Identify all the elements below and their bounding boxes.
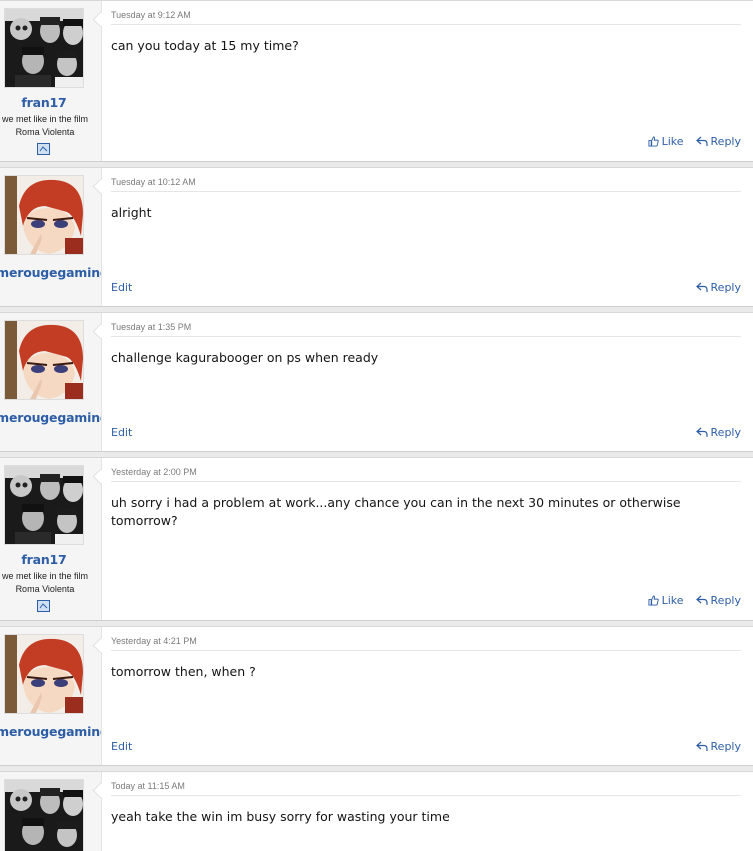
user-info: khmerougegaming [0, 168, 102, 306]
message-post: khmerougegaming Tuesday at 1:35 PM chall… [0, 312, 753, 452]
reply-icon [695, 595, 708, 605]
reply-button[interactable]: Reply [695, 594, 741, 607]
username[interactable]: khmerougegaming [0, 409, 101, 427]
post-message: tomorrow then, when ? [111, 664, 256, 679]
username[interactable]: khmerougegaming [0, 264, 101, 282]
reply-label: Reply [710, 135, 741, 148]
post-message: alright [111, 205, 152, 220]
avatar[interactable] [4, 8, 84, 88]
post-message: uh sorry i had a problem at work...any c… [111, 495, 681, 528]
post-date[interactable]: Yesterday at 4:21 PM [111, 636, 741, 651]
reply-button[interactable]: Reply [695, 281, 741, 294]
reply-icon [695, 136, 708, 146]
thumbs-up-icon [648, 136, 659, 147]
reply-label: Reply [710, 594, 741, 607]
like-label: Like [661, 135, 684, 148]
user-info: fran17 we met like in the film Roma Viol… [0, 458, 102, 620]
reply-label: Reply [710, 426, 741, 439]
edit-button[interactable]: Edit [111, 426, 132, 439]
username[interactable]: khmerougegaming [0, 723, 101, 741]
like-label: Like [661, 594, 684, 607]
message-post: khmerougegaming Yesterday at 4:21 PM tom… [0, 626, 753, 766]
message-post: fran17 we met like in the film Roma Viol… [0, 457, 753, 621]
post-actions: Like Reply [648, 594, 741, 607]
reply-icon [695, 427, 708, 437]
post-actions: Reply [695, 281, 741, 294]
reply-icon [695, 741, 708, 751]
user-info: khmerougegaming [0, 313, 102, 451]
user-info [0, 772, 102, 851]
post-date[interactable]: Yesterday at 2:00 PM [111, 467, 741, 482]
edit-button[interactable]: Edit [111, 281, 132, 294]
reply-icon [695, 282, 708, 292]
message-post: Today at 11:15 AM yeah take the win im b… [0, 771, 753, 851]
reply-label: Reply [710, 740, 741, 753]
message-post: khmerougegaming Tuesday at 10:12 AM alri… [0, 167, 753, 307]
badge-icon [37, 597, 50, 612]
avatar[interactable] [4, 320, 84, 400]
user-title: we met like in the film Roma Violenta [1, 571, 89, 594]
username[interactable]: fran17 [0, 94, 101, 112]
post-actions: Reply [695, 740, 741, 753]
thumbs-up-icon [648, 595, 659, 606]
avatar[interactable] [4, 779, 84, 851]
edit-button[interactable]: Edit [111, 740, 132, 753]
user-title: we met like in the film Roma Violenta [1, 114, 89, 137]
avatar[interactable] [4, 634, 84, 714]
post-date[interactable]: Tuesday at 9:12 AM [111, 10, 741, 25]
user-info: khmerougegaming [0, 627, 102, 765]
post-actions: Like Reply [648, 135, 741, 148]
reply-button[interactable]: Reply [695, 740, 741, 753]
post-actions: Reply [695, 426, 741, 439]
post-date[interactable]: Tuesday at 1:35 PM [111, 322, 741, 337]
reply-label: Reply [710, 281, 741, 294]
badge-icon [37, 140, 50, 155]
like-button[interactable]: Like [648, 594, 684, 607]
reply-button[interactable]: Reply [695, 426, 741, 439]
username[interactable]: fran17 [0, 551, 101, 569]
message-post: fran17 we met like in the film Roma Viol… [0, 0, 753, 162]
reply-button[interactable]: Reply [695, 135, 741, 148]
post-date[interactable]: Tuesday at 10:12 AM [111, 177, 741, 192]
avatar[interactable] [4, 465, 84, 545]
post-message: can you today at 15 my time? [111, 38, 299, 53]
user-info: fran17 we met like in the film Roma Viol… [0, 1, 102, 161]
post-message: challenge kagurabooger on ps when ready [111, 350, 379, 365]
post-date[interactable]: Today at 11:15 AM [111, 781, 741, 796]
post-message: yeah take the win im busy sorry for wast… [111, 809, 450, 824]
like-button[interactable]: Like [648, 135, 684, 148]
avatar[interactable] [4, 175, 84, 255]
